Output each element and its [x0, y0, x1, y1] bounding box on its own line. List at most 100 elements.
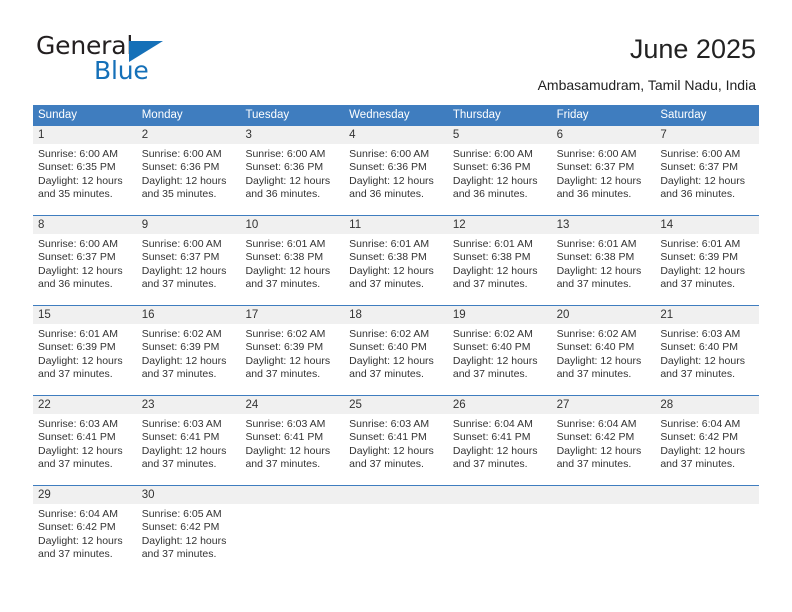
week-detail-band: Sunrise: 6:01 AM Sunset: 6:39 PM Dayligh…: [33, 324, 759, 395]
sunrise-text: Sunrise: 6:04 AM: [556, 418, 637, 430]
daylight-text: Daylight: 12 hours and 36 minutes.: [660, 174, 745, 201]
sunset-text: Sunset: 6:41 PM: [141, 431, 220, 444]
day-cell[interactable]: Sunrise: 6:03 AM Sunset: 6:41 PM Dayligh…: [33, 414, 137, 485]
day-number[interactable]: 11: [344, 216, 448, 234]
day-cell[interactable]: Sunrise: 6:02 AM Sunset: 6:39 PM Dayligh…: [137, 324, 241, 395]
day-cell[interactable]: Sunrise: 6:00 AM Sunset: 6:37 PM Dayligh…: [655, 144, 759, 215]
day-cell[interactable]: Sunrise: 6:01 AM Sunset: 6:38 PM Dayligh…: [344, 234, 448, 305]
day-cell[interactable]: Sunrise: 6:02 AM Sunset: 6:40 PM Dayligh…: [552, 324, 656, 395]
day-cell[interactable]: Sunrise: 6:00 AM Sunset: 6:36 PM Dayligh…: [448, 144, 552, 215]
sunset-text: Sunset: 6:37 PM: [660, 161, 738, 174]
day-number[interactable]: 22: [33, 396, 137, 414]
day-number[interactable]: 20: [552, 306, 656, 324]
sunset-text: Sunset: 6:39 PM: [38, 341, 116, 354]
daylight-text: Daylight: 12 hours and 37 minutes.: [349, 354, 434, 381]
daylight-text: Daylight: 12 hours and 37 minutes.: [660, 264, 745, 291]
day-number[interactable]: 1: [33, 126, 137, 144]
day-cell[interactable]: Sunrise: 6:00 AM Sunset: 6:37 PM Dayligh…: [137, 234, 241, 305]
day-number[interactable]: 23: [137, 396, 241, 414]
day-cell[interactable]: Sunrise: 6:01 AM Sunset: 6:38 PM Dayligh…: [448, 234, 552, 305]
sunrise-text: Sunrise: 6:01 AM: [38, 328, 118, 340]
day-number[interactable]: 28: [655, 396, 759, 414]
day-cell[interactable]: Sunrise: 6:00 AM Sunset: 6:37 PM Dayligh…: [552, 144, 656, 215]
week-daynumber-band: 1 2 3 4 5 6 7: [33, 126, 759, 144]
sunrise-text: Sunrise: 6:03 AM: [349, 418, 430, 430]
weekday-header-wednesday: Wednesday: [349, 109, 410, 121]
day-number[interactable]: 24: [240, 396, 344, 414]
day-number[interactable]: 18: [344, 306, 448, 324]
day-number[interactable]: 10: [240, 216, 344, 234]
daylight-text: Daylight: 12 hours and 37 minutes.: [38, 444, 123, 471]
day-cell[interactable]: Sunrise: 6:03 AM Sunset: 6:41 PM Dayligh…: [344, 414, 448, 485]
day-number[interactable]: 8: [33, 216, 137, 234]
day-cell[interactable]: Sunrise: 6:03 AM Sunset: 6:41 PM Dayligh…: [137, 414, 241, 485]
day-number[interactable]: 21: [655, 306, 759, 324]
day-cell[interactable]: Sunrise: 6:03 AM Sunset: 6:41 PM Dayligh…: [240, 414, 344, 485]
day-cell[interactable]: Sunrise: 6:01 AM Sunset: 6:38 PM Dayligh…: [240, 234, 344, 305]
sunrise-text: Sunrise: 6:01 AM: [245, 238, 326, 250]
day-number[interactable]: 4: [344, 126, 448, 144]
day-number[interactable]: 13: [552, 216, 656, 234]
day-cell[interactable]: Sunrise: 6:02 AM Sunset: 6:40 PM Dayligh…: [344, 324, 448, 395]
day-cell[interactable]: Sunrise: 6:01 AM Sunset: 6:39 PM Dayligh…: [655, 234, 759, 305]
day-number[interactable]: 19: [448, 306, 552, 324]
sunrise-text: Sunrise: 6:04 AM: [452, 418, 533, 430]
week-row: 1 2 3 4 5 6 7 Sunrise: 6:00 AM Sunset: 6…: [33, 126, 759, 215]
day-number[interactable]: 3: [240, 126, 344, 144]
sunrise-text: Sunrise: 6:02 AM: [141, 328, 222, 340]
sunrise-text: Sunrise: 6:01 AM: [556, 238, 637, 250]
daylight-text: Daylight: 12 hours and 37 minutes.: [660, 444, 745, 471]
day-cell[interactable]: Sunrise: 6:01 AM Sunset: 6:39 PM Dayligh…: [33, 324, 137, 395]
day-cell[interactable]: Sunrise: 6:02 AM Sunset: 6:40 PM Dayligh…: [448, 324, 552, 395]
day-number[interactable]: 6: [552, 126, 656, 144]
sunset-text: Sunset: 6:40 PM: [556, 341, 635, 354]
day-number[interactable]: 12: [448, 216, 552, 234]
general-blue-logo[interactable]: General Blue: [36, 32, 246, 88]
day-number-empty: [655, 486, 759, 504]
day-cell[interactable]: Sunrise: 6:05 AM Sunset: 6:42 PM Dayligh…: [137, 504, 241, 575]
day-number[interactable]: 17: [240, 306, 344, 324]
day-number[interactable]: 7: [655, 126, 759, 144]
daylight-text: Daylight: 12 hours and 37 minutes.: [141, 534, 227, 561]
day-cell[interactable]: Sunrise: 6:04 AM Sunset: 6:41 PM Dayligh…: [448, 414, 552, 485]
day-cell[interactable]: Sunrise: 6:04 AM Sunset: 6:42 PM Dayligh…: [655, 414, 759, 485]
day-number[interactable]: 27: [552, 396, 656, 414]
sunrise-text: Sunrise: 6:00 AM: [349, 148, 430, 160]
day-number[interactable]: 14: [655, 216, 759, 234]
day-cell[interactable]: Sunrise: 6:01 AM Sunset: 6:38 PM Dayligh…: [552, 234, 656, 305]
day-cell[interactable]: Sunrise: 6:00 AM Sunset: 6:36 PM Dayligh…: [137, 144, 241, 215]
daylight-text: Daylight: 12 hours and 36 minutes.: [38, 264, 123, 291]
weekday-header-monday: Monday: [141, 109, 183, 121]
day-cell[interactable]: Sunrise: 6:00 AM Sunset: 6:36 PM Dayligh…: [344, 144, 448, 215]
daylight-text: Daylight: 12 hours and 35 minutes.: [141, 174, 227, 201]
day-number[interactable]: 16: [137, 306, 241, 324]
day-number[interactable]: 9: [137, 216, 241, 234]
day-cell[interactable]: Sunrise: 6:00 AM Sunset: 6:37 PM Dayligh…: [33, 234, 137, 305]
sunrise-text: Sunrise: 6:03 AM: [141, 418, 222, 430]
day-cell[interactable]: Sunrise: 6:02 AM Sunset: 6:39 PM Dayligh…: [240, 324, 344, 395]
daylight-text: Daylight: 12 hours and 37 minutes.: [349, 444, 434, 471]
day-number[interactable]: 25: [344, 396, 448, 414]
day-cell[interactable]: Sunrise: 6:03 AM Sunset: 6:40 PM Dayligh…: [655, 324, 759, 395]
sunset-text: Sunset: 6:35 PM: [38, 161, 116, 174]
sunset-text: Sunset: 6:39 PM: [660, 251, 738, 264]
daylight-text: Daylight: 12 hours and 37 minutes.: [38, 354, 123, 381]
weekday-header-saturday: Saturday: [660, 109, 707, 121]
day-number[interactable]: 5: [448, 126, 552, 144]
day-cell[interactable]: Sunrise: 6:00 AM Sunset: 6:35 PM Dayligh…: [33, 144, 137, 215]
day-cell[interactable]: Sunrise: 6:00 AM Sunset: 6:36 PM Dayligh…: [240, 144, 344, 215]
day-number[interactable]: 2: [137, 126, 241, 144]
page-subtitle-location: Ambasamudram, Tamil Nadu, India: [537, 77, 756, 93]
daylight-text: Daylight: 12 hours and 37 minutes.: [452, 444, 538, 471]
sunset-text: Sunset: 6:36 PM: [452, 161, 531, 174]
logo-text-blue: Blue: [94, 56, 149, 85]
calendar-page: General Blue June 2025 Ambasamudram, Tam…: [0, 0, 792, 612]
day-number[interactable]: 26: [448, 396, 552, 414]
day-number[interactable]: 29: [33, 486, 137, 504]
day-number[interactable]: 30: [137, 486, 241, 504]
day-cell[interactable]: Sunrise: 6:04 AM Sunset: 6:42 PM Dayligh…: [33, 504, 137, 575]
day-number[interactable]: 15: [33, 306, 137, 324]
sunrise-text: Sunrise: 6:00 AM: [141, 238, 222, 250]
day-cell[interactable]: Sunrise: 6:04 AM Sunset: 6:42 PM Dayligh…: [552, 414, 656, 485]
sunrise-text: Sunrise: 6:03 AM: [38, 418, 118, 430]
